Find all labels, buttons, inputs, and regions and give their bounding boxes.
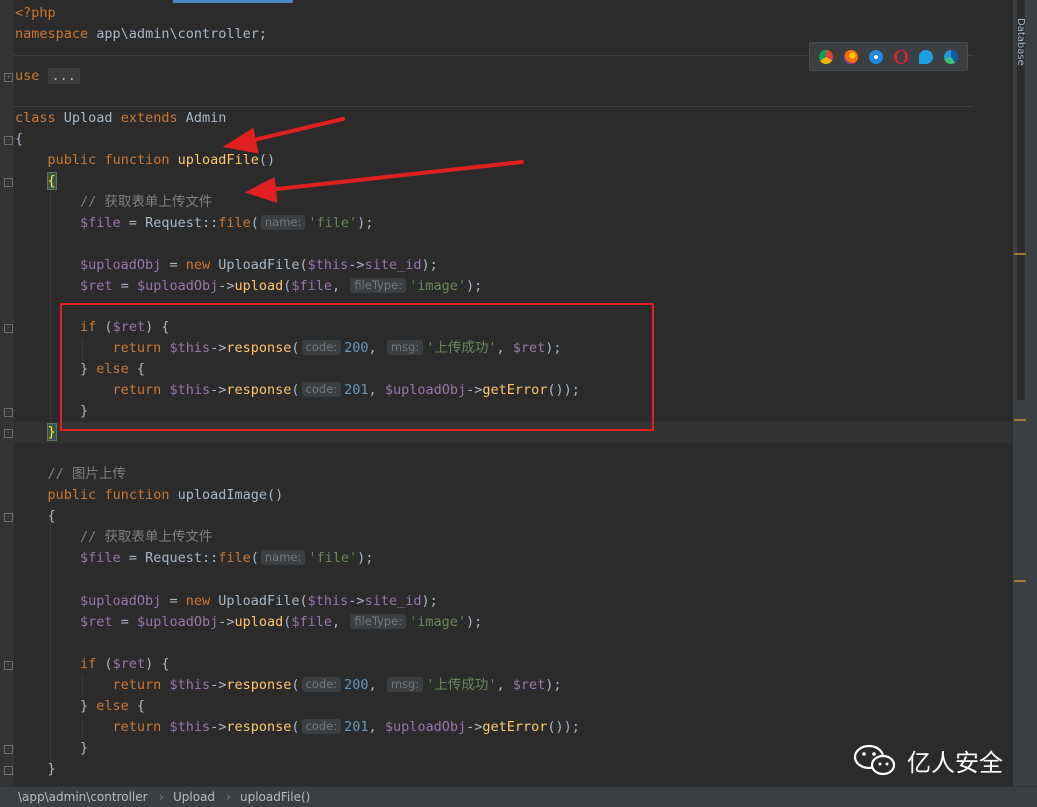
breadcrumb-bar: \app\admin\controller › Upload › uploadF… bbox=[0, 786, 1037, 807]
wechat-icon bbox=[853, 744, 896, 776]
breadcrumb-method[interactable]: uploadFile() bbox=[240, 787, 310, 807]
arrow-line bbox=[266, 160, 524, 192]
chrome-icon[interactable] bbox=[819, 49, 834, 64]
breadcrumb-class[interactable]: Upload bbox=[173, 787, 215, 807]
browser-preview-bar bbox=[809, 42, 968, 71]
watermark: 亿人安全 bbox=[853, 742, 1003, 778]
arrow-head bbox=[244, 176, 278, 203]
right-tool-strip[interactable] bbox=[1013, 0, 1037, 806]
arrow-head bbox=[222, 127, 259, 154]
edge-icon[interactable] bbox=[943, 49, 958, 64]
database-tab-label: Database bbox=[1015, 18, 1026, 66]
firefox-icon[interactable] bbox=[844, 49, 859, 64]
ie-icon[interactable] bbox=[918, 49, 933, 64]
annotation-arrows bbox=[222, 117, 524, 203]
safari-icon[interactable] bbox=[869, 49, 884, 64]
chevron-right-icon: › bbox=[226, 790, 231, 804]
scroll-marker bbox=[1014, 419, 1026, 421]
chevron-right-icon: › bbox=[159, 790, 164, 804]
breadcrumb-namespace[interactable]: \app\admin\controller bbox=[18, 787, 148, 807]
opera-icon[interactable] bbox=[893, 49, 908, 64]
arrow-line bbox=[243, 117, 345, 144]
scroll-marker bbox=[1014, 253, 1026, 255]
database-tool-tab[interactable]: Database bbox=[1015, 4, 1035, 66]
scroll-marker bbox=[1014, 580, 1026, 582]
code-editor[interactable]: <?php namespace app\admin\controller; us… bbox=[0, 0, 1027, 786]
watermark-text: 亿人安全 bbox=[907, 748, 1003, 777]
